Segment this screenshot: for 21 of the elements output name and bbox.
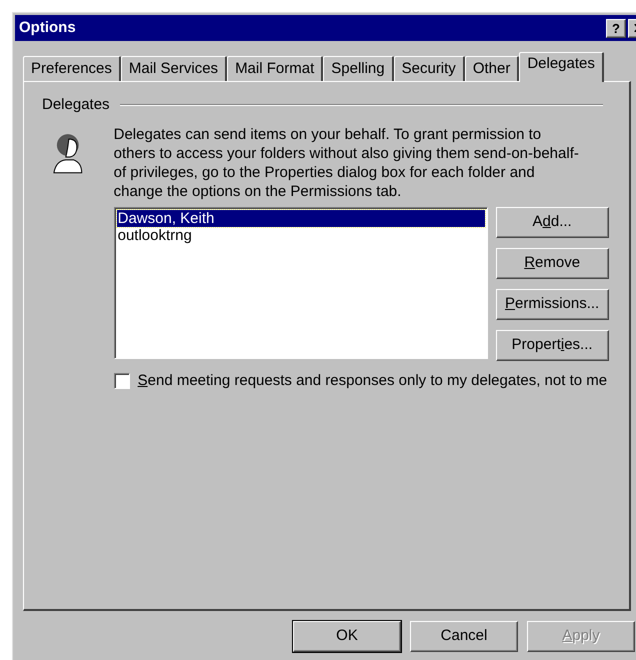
dialog-button[interactable]: Add... <box>496 206 609 238</box>
tab[interactable]: Spelling <box>323 56 394 81</box>
group-title: Delegates <box>42 95 110 115</box>
tab[interactable]: Mail Services <box>120 56 228 81</box>
window-title: Options <box>19 18 77 38</box>
checkbox[interactable] <box>114 372 130 388</box>
help-button[interactable]: ? <box>606 18 626 38</box>
tab[interactable]: Mail Format <box>227 56 324 81</box>
tab[interactable]: Preferences <box>23 56 121 81</box>
dialog-button[interactable]: Permissions... <box>496 288 609 320</box>
tab[interactable]: Security <box>394 56 465 81</box>
description-text: Delegates can send items on your behalf. To grant permission to others to access your folders without also giving them send-on-behalf-of privileges, go to the Properties dialog box for each folder and change the options on the Permissions tab. <box>114 124 580 200</box>
checkbox-label: Send meeting requests and responses only to my delegates, not to me <box>138 370 608 390</box>
dialog-button[interactable]: Cancel <box>410 621 518 652</box>
tab[interactable]: Other <box>464 56 520 81</box>
list-item[interactable]: Dawson, Keith <box>116 210 485 226</box>
dialog-button[interactable]: Remove <box>496 248 609 278</box>
list-item[interactable]: outlooktrng <box>116 226 485 244</box>
dialog-button[interactable]: Properties... <box>496 330 609 360</box>
dialog-button[interactable]: OK <box>293 621 401 652</box>
tab[interactable]: Delegates <box>519 52 604 82</box>
